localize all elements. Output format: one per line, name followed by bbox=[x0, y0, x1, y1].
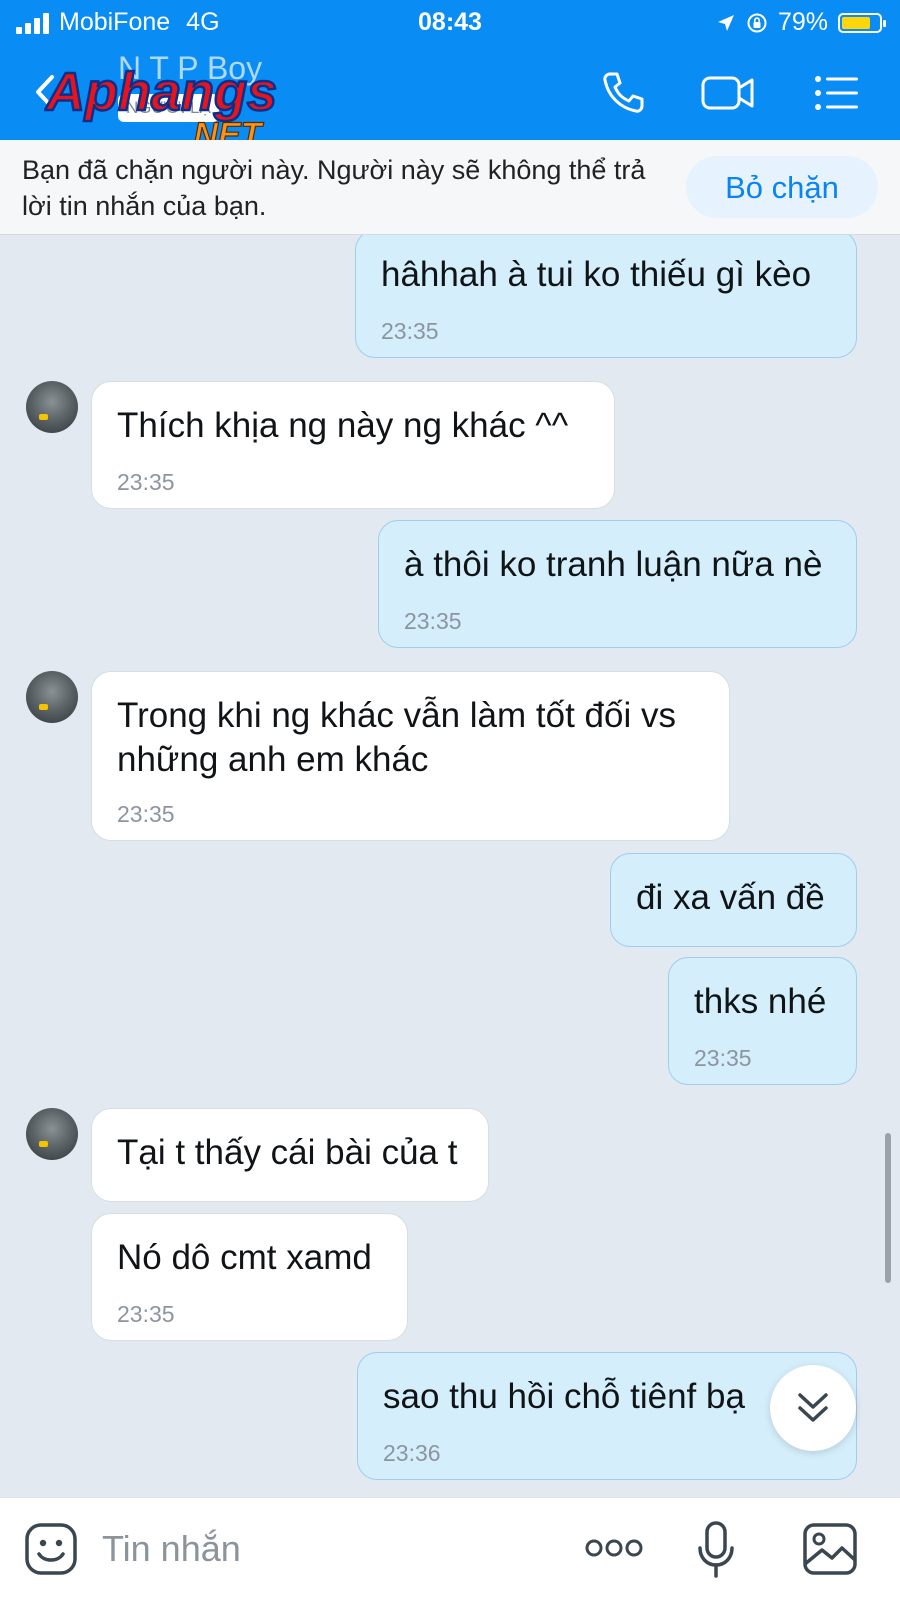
battery-percent: 79% bbox=[777, 8, 828, 36]
watermark-logo: Aphangs .NET bbox=[44, 61, 278, 153]
message-text: Trong khi ng khác vẫn làm tốt đối vs nhữ… bbox=[117, 696, 676, 779]
double-chevron-down-icon bbox=[798, 1393, 828, 1422]
image-icon[interactable] bbox=[802, 1522, 858, 1576]
scrollbar[interactable] bbox=[885, 1133, 891, 1283]
message-bubble[interactable]: hâhhah à tui ko thiếu gì kèo 23:35 bbox=[355, 235, 857, 358]
more-icon[interactable] bbox=[584, 1534, 644, 1562]
message-text: Thích khịa ng này ng khác ^^ bbox=[117, 406, 569, 445]
message-bubble[interactable]: Tại t thấy cái bài của t bbox=[91, 1108, 489, 1202]
phone-icon[interactable] bbox=[598, 68, 648, 118]
contact-avatar[interactable] bbox=[26, 671, 78, 723]
emoji-icon[interactable] bbox=[24, 1522, 78, 1576]
message-bubble[interactable]: à thôi ko tranh luận nữa nè 23:35 bbox=[378, 520, 857, 648]
message-bubble[interactable]: thks nhé 23:35 bbox=[668, 957, 857, 1085]
contact-avatar[interactable] bbox=[26, 381, 78, 433]
message-text: thks nhé bbox=[694, 982, 827, 1021]
message-text: hâhhah à tui ko thiếu gì kèo bbox=[381, 255, 812, 294]
message-list[interactable]: hâhhah à tui ko thiếu gì kèo 23:35 Thích… bbox=[0, 235, 900, 1497]
battery-fill bbox=[842, 16, 871, 29]
message-bubble[interactable]: Thích khịa ng này ng khác ^^ 23:35 bbox=[91, 381, 615, 509]
unblock-button[interactable]: Bỏ chặn bbox=[686, 156, 878, 218]
message-time: 23:35 bbox=[694, 1045, 752, 1071]
location-arrow-icon bbox=[717, 14, 734, 31]
message-time: 23:36 bbox=[383, 1440, 441, 1466]
status-bar: MobiFone 4G 08:43 79% bbox=[0, 0, 900, 44]
message-text: Nó dô cmt xamd bbox=[117, 1238, 372, 1277]
contact-avatar[interactable] bbox=[26, 1108, 78, 1160]
menu-icon[interactable] bbox=[812, 68, 862, 118]
message-time: 23:35 bbox=[117, 801, 175, 827]
message-bubble[interactable]: đi xa vấn đề bbox=[610, 853, 857, 947]
svg-text:Aphangs: Aphangs bbox=[44, 62, 277, 122]
message-time: 23:35 bbox=[117, 1301, 175, 1327]
message-input-bar: Tin nhắn bbox=[0, 1497, 900, 1601]
message-input[interactable]: Tin nhắn bbox=[102, 1528, 241, 1570]
status-right: 79% bbox=[716, 8, 886, 37]
scroll-to-bottom-button[interactable] bbox=[770, 1365, 856, 1451]
message-text: đi xa vấn đề bbox=[636, 878, 825, 917]
orientation-lock-icon bbox=[747, 13, 767, 32]
message-text: à thôi ko tranh luận nữa nè bbox=[404, 545, 823, 584]
message-time: 23:35 bbox=[404, 608, 462, 634]
message-bubble[interactable]: Trong khi ng khác vẫn làm tốt đối vs nhữ… bbox=[91, 671, 730, 841]
message-bubble[interactable]: Nó dô cmt xamd 23:35 bbox=[91, 1213, 408, 1341]
video-call-icon[interactable] bbox=[700, 68, 756, 118]
message-text: sao thu hồi chỗ tiênf bạ bbox=[383, 1377, 745, 1416]
block-notice-text: Bạn đã chặn người này. Người này sẽ khôn… bbox=[22, 155, 646, 221]
message-time: 23:35 bbox=[117, 469, 175, 495]
microphone-icon[interactable] bbox=[696, 1520, 736, 1580]
chat-header: N T P Boy NGƯỜI LẠ Aphangs .NET bbox=[0, 44, 900, 153]
message-text: Tại t thấy cái bài của t bbox=[117, 1133, 458, 1172]
block-notice: Bạn đã chặn người này. Người này sẽ khôn… bbox=[0, 140, 900, 235]
battery-icon bbox=[838, 12, 886, 33]
message-time: 23:35 bbox=[381, 318, 439, 344]
